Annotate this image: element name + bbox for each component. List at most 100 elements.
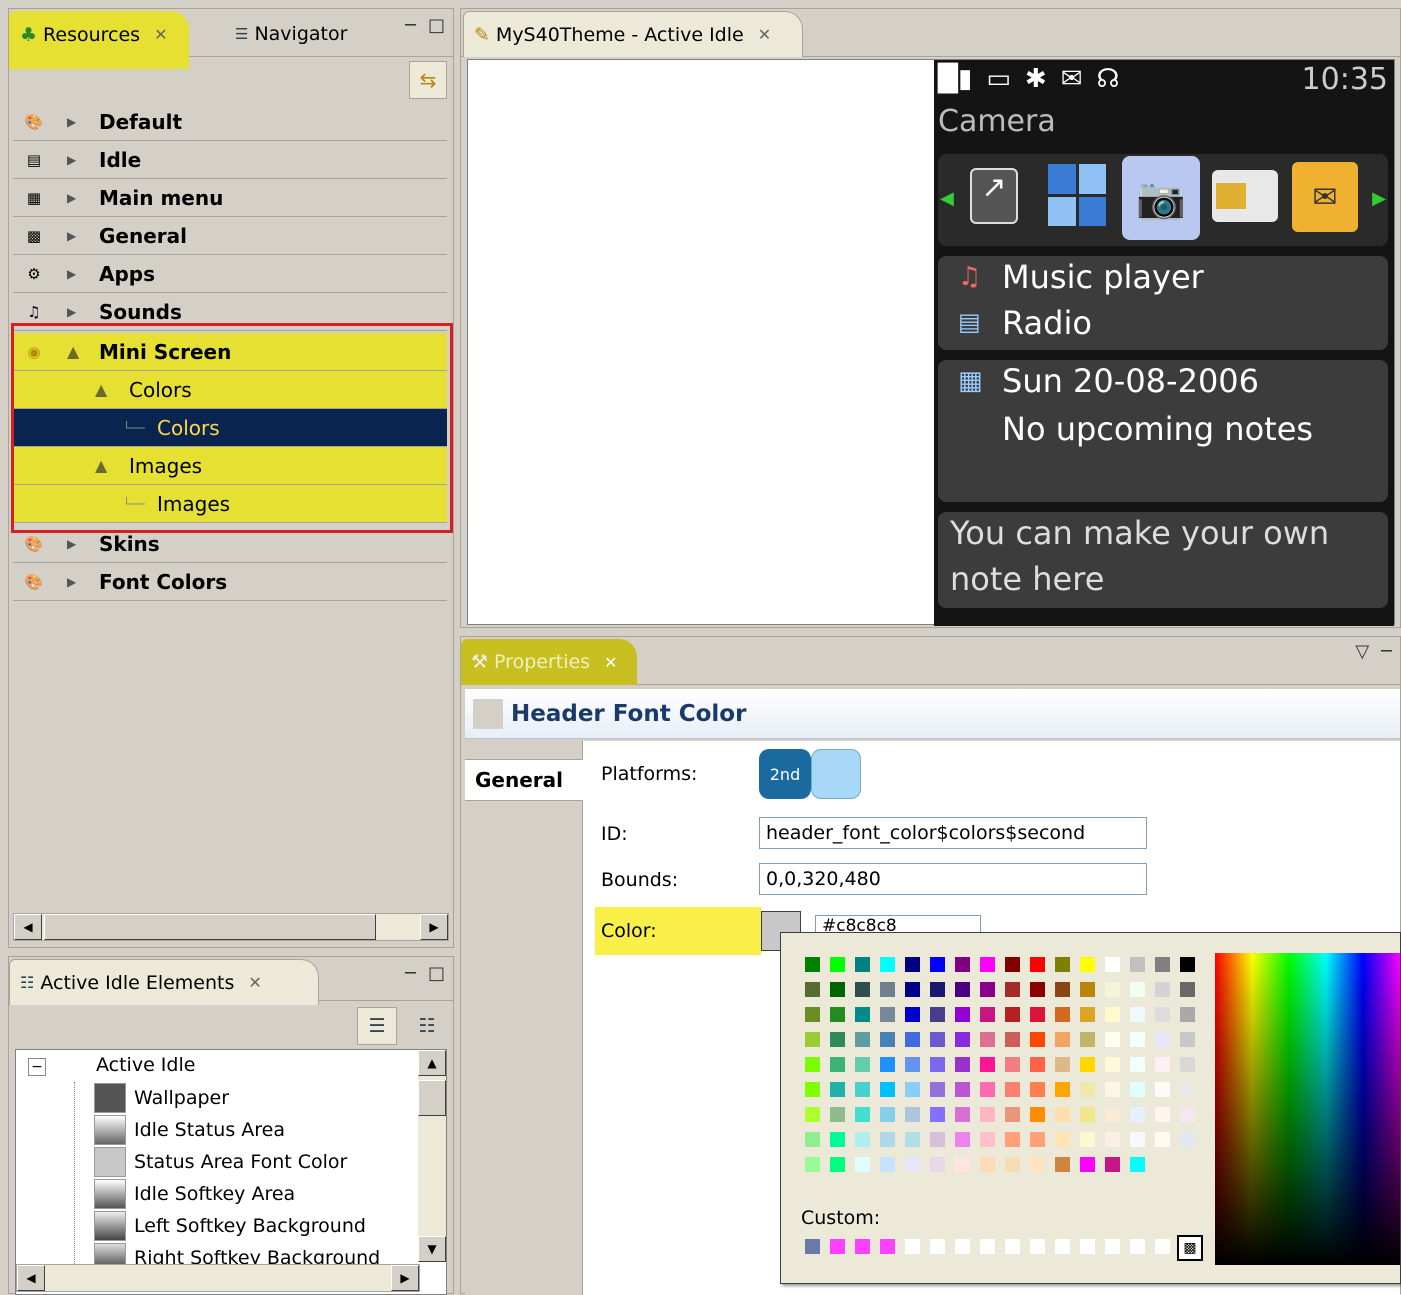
color-swatch[interactable] bbox=[1030, 1107, 1045, 1122]
custom-color-picker-icon[interactable]: ▩ bbox=[1177, 1235, 1203, 1261]
color-swatch[interactable] bbox=[955, 957, 970, 972]
color-swatch[interactable] bbox=[1130, 1132, 1145, 1147]
color-swatch[interactable] bbox=[980, 1007, 995, 1022]
scroll-thumb[interactable] bbox=[44, 914, 376, 940]
custom-color-swatch[interactable] bbox=[805, 1239, 820, 1254]
color-swatch[interactable] bbox=[905, 1007, 920, 1022]
chevron-right-icon[interactable]: ▶ bbox=[67, 229, 76, 243]
color-swatch[interactable] bbox=[1130, 1032, 1145, 1047]
color-swatch[interactable] bbox=[1180, 1132, 1195, 1147]
color-swatch[interactable] bbox=[905, 1107, 920, 1122]
color-swatch[interactable] bbox=[1180, 1107, 1195, 1122]
color-swatch[interactable] bbox=[880, 982, 895, 997]
color-swatch[interactable] bbox=[1130, 1107, 1145, 1122]
list-view-icon[interactable]: ☰ bbox=[357, 1007, 397, 1045]
minimize-icon[interactable]: ─ bbox=[405, 15, 416, 36]
color-swatch[interactable] bbox=[1105, 1032, 1120, 1047]
color-swatch[interactable] bbox=[1055, 982, 1070, 997]
close-icon[interactable]: ✕ bbox=[758, 25, 771, 44]
shortcut-icon[interactable]: ↗ bbox=[970, 168, 1018, 224]
list-item[interactable]: Status Area Font Color bbox=[94, 1146, 347, 1178]
color-swatch[interactable] bbox=[805, 1157, 820, 1172]
color-swatch[interactable] bbox=[930, 1007, 945, 1022]
color-swatch[interactable] bbox=[1005, 1107, 1020, 1122]
color-swatch[interactable] bbox=[830, 1007, 845, 1022]
color-swatch[interactable] bbox=[930, 1057, 945, 1072]
color-swatch[interactable] bbox=[1180, 1057, 1195, 1072]
color-swatch[interactable] bbox=[1030, 1082, 1045, 1097]
color-swatch[interactable] bbox=[1155, 957, 1170, 972]
tree-item-main-menu[interactable]: ▦ ▶ Main menu bbox=[13, 179, 447, 217]
id-field[interactable]: header_font_color$colors$second bbox=[759, 817, 1147, 849]
color-spectrum[interactable] bbox=[1215, 953, 1400, 1265]
color-swatch[interactable] bbox=[805, 957, 820, 972]
color-swatch[interactable] bbox=[1005, 1082, 1020, 1097]
color-swatch[interactable] bbox=[1005, 982, 1020, 997]
color-swatch[interactable] bbox=[930, 1107, 945, 1122]
tree-item-skins[interactable]: 🎨 ▶ Skins bbox=[13, 525, 447, 563]
color-swatch[interactable] bbox=[1055, 1082, 1070, 1097]
color-swatch[interactable] bbox=[855, 1032, 870, 1047]
custom-color-swatch[interactable] bbox=[955, 1239, 970, 1254]
color-swatch[interactable] bbox=[955, 1132, 970, 1147]
chevron-right-icon[interactable]: ▶ bbox=[67, 305, 76, 319]
color-swatch[interactable] bbox=[1130, 1057, 1145, 1072]
color-swatch[interactable] bbox=[1030, 1057, 1045, 1072]
custom-color-swatch[interactable] bbox=[855, 1239, 870, 1254]
color-swatch[interactable] bbox=[930, 1157, 945, 1172]
custom-color-swatch[interactable] bbox=[1080, 1239, 1095, 1254]
tree-item-font-colors[interactable]: 🎨 ▶ Font Colors bbox=[13, 563, 447, 601]
scroll-right-icon[interactable]: ▶ bbox=[391, 1265, 419, 1291]
horizontal-scrollbar[interactable]: ◀ ▶ bbox=[13, 913, 449, 941]
color-swatch[interactable] bbox=[1105, 1132, 1120, 1147]
color-swatch[interactable] bbox=[855, 1157, 870, 1172]
color-swatch[interactable] bbox=[805, 1107, 820, 1122]
color-swatch[interactable] bbox=[880, 1057, 895, 1072]
color-swatch[interactable] bbox=[955, 1157, 970, 1172]
chevron-right-icon[interactable]: ▶ bbox=[67, 575, 76, 589]
color-swatch[interactable] bbox=[1080, 1157, 1095, 1172]
color-swatch[interactable] bbox=[1030, 982, 1045, 997]
color-swatch[interactable] bbox=[805, 1132, 820, 1147]
color-swatch[interactable] bbox=[1055, 1107, 1070, 1122]
list-item[interactable]: Idle Softkey Area bbox=[94, 1178, 295, 1210]
arrow-left-icon[interactable]: ◀ bbox=[940, 188, 954, 209]
color-swatch[interactable] bbox=[1180, 982, 1195, 997]
custom-color-swatch[interactable] bbox=[830, 1239, 845, 1254]
color-swatch[interactable] bbox=[930, 957, 945, 972]
color-swatch[interactable] bbox=[1080, 982, 1095, 997]
maximize-icon[interactable]: □ bbox=[428, 15, 445, 36]
color-swatch[interactable] bbox=[1155, 982, 1170, 997]
platform-2nd-toggle[interactable]: 2nd bbox=[759, 749, 811, 799]
scroll-down-icon[interactable]: ▼ bbox=[418, 1236, 446, 1262]
tab-active-idle-elements[interactable]: ☷ Active Idle Elements ✕ bbox=[9, 959, 319, 1005]
custom-color-swatch[interactable] bbox=[1155, 1239, 1170, 1254]
color-swatch[interactable] bbox=[955, 1107, 970, 1122]
color-swatch[interactable] bbox=[855, 957, 870, 972]
color-swatch[interactable] bbox=[805, 1032, 820, 1047]
color-swatch[interactable] bbox=[855, 1007, 870, 1022]
color-swatch[interactable] bbox=[1105, 1082, 1120, 1097]
color-swatch[interactable] bbox=[830, 1157, 845, 1172]
tab-resources[interactable]: ♣ Resources ✕ bbox=[9, 11, 189, 57]
color-swatch[interactable] bbox=[1080, 1032, 1095, 1047]
color-swatch[interactable] bbox=[1055, 1157, 1070, 1172]
color-swatch[interactable] bbox=[905, 1132, 920, 1147]
custom-color-swatch[interactable] bbox=[1105, 1239, 1120, 1254]
platform-3rd-toggle[interactable] bbox=[811, 749, 861, 799]
color-swatch[interactable] bbox=[830, 957, 845, 972]
color-swatch[interactable] bbox=[1030, 957, 1045, 972]
color-swatch[interactable] bbox=[1155, 1082, 1170, 1097]
scroll-up-icon[interactable]: ▲ bbox=[418, 1050, 446, 1076]
color-swatch[interactable] bbox=[880, 1132, 895, 1147]
minimize-icon[interactable]: ─ bbox=[1381, 641, 1392, 662]
color-swatch[interactable] bbox=[905, 957, 920, 972]
color-swatch[interactable] bbox=[830, 1132, 845, 1147]
camera-icon[interactable]: 📷 bbox=[1122, 156, 1200, 240]
color-swatch[interactable] bbox=[980, 1032, 995, 1047]
tab-properties[interactable]: ⚒ Properties ✕ bbox=[461, 639, 637, 685]
color-swatch[interactable] bbox=[1105, 1057, 1120, 1072]
tree-item-general[interactable]: ▩ ▶ General bbox=[13, 217, 447, 255]
color-swatch[interactable] bbox=[1055, 1007, 1070, 1022]
tab-general[interactable]: General bbox=[465, 759, 583, 801]
